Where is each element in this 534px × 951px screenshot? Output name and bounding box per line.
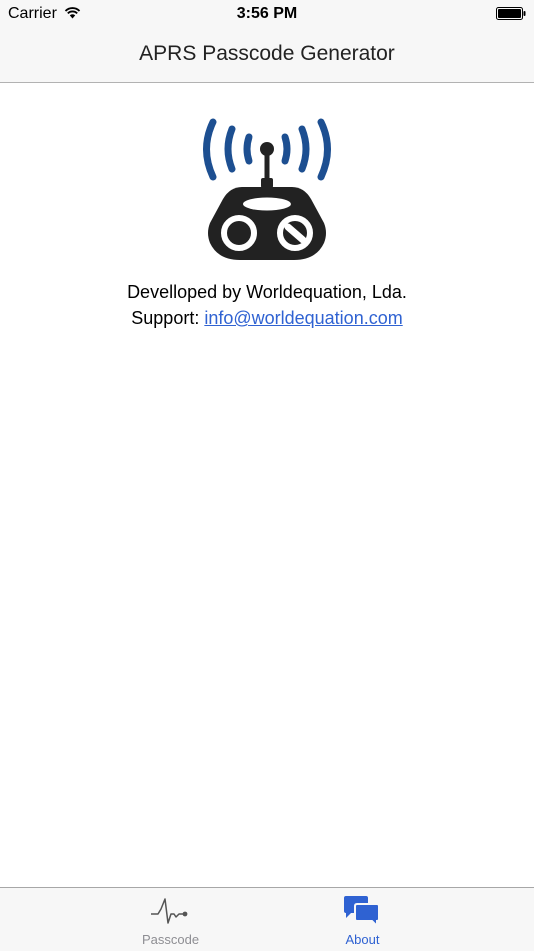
support-email-link[interactable]: info@worldequation.com — [204, 308, 402, 328]
tab-bar: Passcode About — [0, 887, 534, 951]
tab-about[interactable]: About — [229, 888, 496, 951]
battery-icon — [496, 7, 526, 20]
waveform-icon — [151, 898, 188, 924]
status-time: 3:56 PM — [236, 5, 298, 22]
tab-about-label: About — [345, 932, 380, 947]
page-title: APRS Passcode Generator — [139, 42, 395, 65]
status-bar: Carrier 3:56 PM — [0, 0, 534, 28]
support-label: Support: — [131, 308, 205, 328]
support-line: Support: info@worldequation.com — [0, 307, 534, 329]
chat-bubbles-icon — [344, 896, 380, 929]
developer-text: Develloped by Worldequation, Lda. — [127, 282, 407, 302]
navigation-bar: APRS Passcode Generator — [0, 28, 534, 83]
about-content: Develloped by Worldequation, Lda. Suppor… — [0, 83, 534, 887]
app-logo — [203, 118, 331, 260]
